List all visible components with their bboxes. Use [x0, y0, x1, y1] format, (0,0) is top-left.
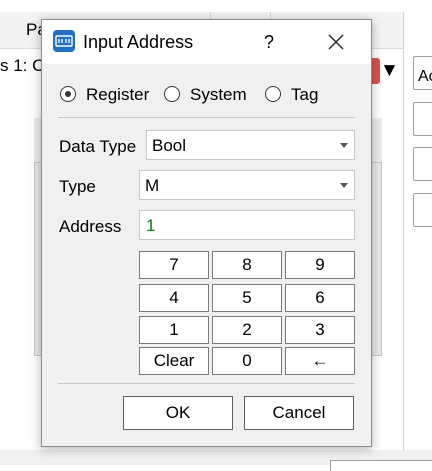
background-row-cell[interactable]: s 1: C	[0, 56, 44, 76]
dialog-titlebar[interactable]: Input Address ?	[42, 20, 371, 64]
keypad-backspace-button[interactable]: ←	[285, 347, 355, 375]
radio-button-icon	[265, 86, 281, 102]
background-bottom-field[interactable]	[330, 460, 432, 471]
chevron-down-icon	[340, 183, 348, 188]
cancel-button[interactable]: Cancel	[244, 396, 354, 430]
keypad-5[interactable]: 5	[212, 284, 282, 312]
close-button[interactable]	[314, 27, 358, 57]
keypad-8[interactable]: 8	[212, 251, 282, 279]
radio-label: System	[190, 85, 247, 104]
address-value: 1	[146, 216, 156, 235]
input-address-dialog: Input Address ? Register System Tag Data…	[41, 19, 372, 447]
keypad-2[interactable]: 2	[212, 316, 282, 344]
keypad-9[interactable]: 9	[285, 251, 355, 279]
type-select[interactable]: M	[139, 170, 355, 200]
separator	[58, 117, 355, 118]
keypad-4[interactable]: 4	[139, 284, 209, 312]
radio-label: Register	[86, 85, 150, 104]
data-type-label: Data Type	[59, 137, 137, 156]
type-value: M	[145, 176, 160, 195]
address-input[interactable]: 1	[139, 210, 355, 240]
background-right-button[interactable]	[413, 193, 432, 227]
type-label: Type	[59, 177, 96, 196]
radio-button-icon	[60, 86, 76, 102]
radio-system[interactable]: System	[164, 84, 254, 106]
keypad-clear-button[interactable]: Clear	[139, 347, 209, 375]
chevron-down-icon	[340, 143, 348, 148]
close-icon	[328, 34, 344, 50]
keypad-1[interactable]: 1	[139, 316, 209, 344]
ok-button[interactable]: OK	[123, 396, 233, 430]
app-icon	[53, 30, 75, 52]
radio-label: Tag	[291, 85, 319, 104]
address-label: Address	[59, 217, 122, 236]
background-dropdown-arrow-icon[interactable]: ▼	[380, 60, 399, 82]
help-button[interactable]: ?	[254, 28, 284, 56]
keypad-3[interactable]: 3	[285, 316, 355, 344]
separator	[58, 383, 355, 384]
dialog-title: Input Address	[83, 32, 194, 52]
background-right-button-label: Ac	[418, 68, 432, 85]
data-type-value: Bool	[152, 136, 187, 155]
keypad-7[interactable]: 7	[139, 251, 209, 279]
radio-tag[interactable]: Tag	[265, 84, 325, 106]
background-panel-border	[403, 12, 404, 452]
keypad-6[interactable]: 6	[285, 284, 355, 312]
keypad-0[interactable]: 0	[212, 347, 282, 375]
background-right-button[interactable]	[413, 147, 432, 181]
background-right-button[interactable]	[413, 102, 432, 136]
radio-register[interactable]: Register	[60, 84, 160, 106]
data-type-select[interactable]: Bool	[146, 130, 355, 160]
radio-button-icon	[164, 86, 180, 102]
